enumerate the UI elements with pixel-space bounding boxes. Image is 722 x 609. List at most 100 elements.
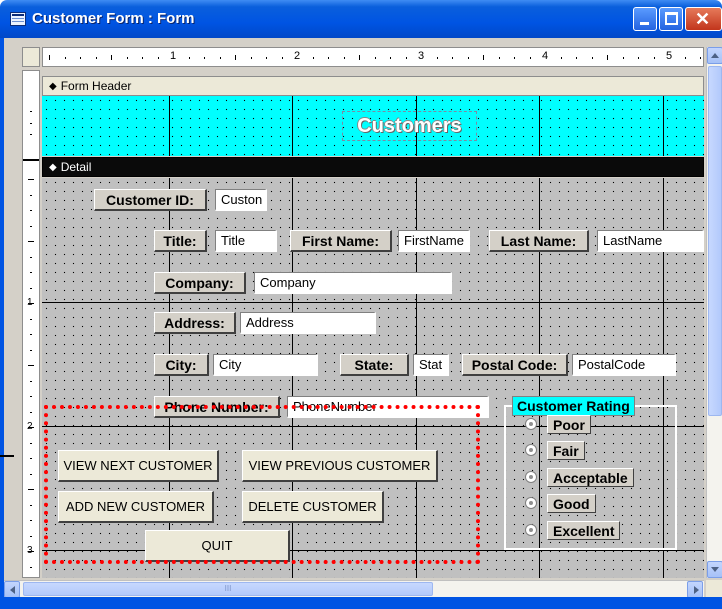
minimize-button[interactable] xyxy=(633,7,657,31)
header-title-label[interactable]: Customers xyxy=(342,111,477,141)
ruler-tick xyxy=(405,57,407,59)
scroll-down-arrow-icon[interactable] xyxy=(707,561,722,578)
ruler-tick xyxy=(607,55,608,60)
ruler-tick xyxy=(111,55,112,60)
ruler-tick xyxy=(28,241,34,242)
ruler-number: 3 xyxy=(418,50,425,62)
customer-id-label[interactable]: Customer ID: xyxy=(94,189,207,211)
form-header-section-bar[interactable]: ◆ Form Header xyxy=(42,76,704,96)
grid-line xyxy=(539,96,540,156)
rating-option-good[interactable]: Good xyxy=(547,494,596,513)
last-name-label[interactable]: Last Name: xyxy=(489,230,589,252)
section-marker-icon: ◆ xyxy=(49,161,57,173)
company-field[interactable]: Company xyxy=(254,272,452,294)
ruler-tick xyxy=(80,57,81,59)
rating-radio-acceptable[interactable] xyxy=(525,471,537,483)
vertical-scrollbar[interactable] xyxy=(706,47,722,578)
ruler-number: 1 xyxy=(170,50,177,62)
view-previous-customer-button[interactable]: VIEW PREVIOUS CUSTOMER xyxy=(242,450,438,482)
rating-radio-good[interactable] xyxy=(525,497,537,509)
ruler-number: 5 xyxy=(666,50,673,62)
quit-button[interactable]: QUIT xyxy=(145,530,290,562)
postal-code-field[interactable]: PostalCode xyxy=(572,354,676,376)
address-label[interactable]: Address: xyxy=(154,312,236,334)
title-field[interactable]: Title xyxy=(215,230,277,252)
scroll-up-arrow-icon[interactable] xyxy=(707,47,722,64)
customer-id-field[interactable]: Custon xyxy=(215,189,267,211)
ruler-number: 2 xyxy=(294,50,301,62)
pointer-line xyxy=(0,455,14,457)
title-label[interactable]: Title: xyxy=(154,230,207,252)
form-header-label: Form Header xyxy=(60,79,132,93)
maximize-icon xyxy=(665,12,678,25)
ruler-tick xyxy=(30,349,32,351)
detail-area[interactable]: Customer ID: Custon Title: Title First N… xyxy=(42,178,704,578)
maximize-button[interactable] xyxy=(659,7,683,31)
state-field[interactable]: Stat xyxy=(413,354,449,376)
rating-option-excellent[interactable]: Excellent xyxy=(547,521,621,540)
ruler-tick xyxy=(219,57,221,59)
vertical-ruler[interactable]: 1 2 3 xyxy=(22,70,40,578)
city-label[interactable]: City: xyxy=(154,354,209,376)
form-header-area[interactable]: Customers xyxy=(42,96,704,156)
ruler-number: 4 xyxy=(542,50,549,62)
ruler-tick xyxy=(30,272,32,273)
customer-rating-label[interactable]: Customer Rating xyxy=(512,396,635,416)
ruler-tick xyxy=(64,57,66,59)
detail-section-bar[interactable]: ◆ Detail xyxy=(42,157,704,177)
first-name-label[interactable]: First Name: xyxy=(290,230,392,252)
size-grip[interactable] xyxy=(706,580,722,597)
ruler-tick xyxy=(30,411,32,413)
ruler-tick xyxy=(436,57,438,59)
phone-number-field[interactable]: PhoneNumber xyxy=(287,396,489,418)
horizontal-ruler[interactable]: 1 2 3 4 5 xyxy=(42,47,704,67)
rating-option-poor[interactable]: Poor xyxy=(547,415,591,434)
title-bar[interactable]: Customer Form : Form ✕ xyxy=(0,0,722,38)
phone-number-label[interactable]: Phone Number: xyxy=(154,396,280,418)
view-next-customer-button[interactable]: VIEW NEXT CUSTOMER xyxy=(58,450,219,482)
header-title-text: Customers xyxy=(357,114,462,137)
ruler-number: 1 xyxy=(27,297,33,308)
ruler-tick xyxy=(157,57,159,59)
first-name-field[interactable]: FirstName xyxy=(398,230,470,252)
ruler-tick xyxy=(529,57,531,59)
scroll-left-arrow-icon[interactable] xyxy=(4,581,20,598)
ruler-tick xyxy=(622,57,624,59)
horizontal-scroll-thumb[interactable]: III xyxy=(23,582,433,596)
rating-radio-excellent[interactable] xyxy=(525,524,537,536)
company-label[interactable]: Company: xyxy=(154,272,246,294)
ruler-tick xyxy=(576,57,577,59)
grid-line xyxy=(663,96,664,156)
ruler-tick xyxy=(483,55,484,60)
ruler-tick xyxy=(30,566,32,568)
scroll-right-arrow-icon[interactable] xyxy=(687,581,703,598)
address-field[interactable]: Address xyxy=(240,312,376,334)
horizontal-scrollbar[interactable]: III xyxy=(4,580,704,598)
state-label[interactable]: State: xyxy=(340,354,409,376)
close-icon: ✕ xyxy=(695,9,711,29)
ruler-tick xyxy=(374,57,376,59)
grid-line xyxy=(292,96,293,156)
ruler-tick xyxy=(30,442,32,444)
last-name-field[interactable]: LastName xyxy=(597,230,704,252)
city-field[interactable]: City xyxy=(213,354,318,376)
ruler-tick xyxy=(343,57,345,59)
postal-code-label[interactable]: Postal Code: xyxy=(462,354,568,376)
add-new-customer-button[interactable]: ADD NEW CUSTOMER xyxy=(58,491,214,523)
rating-option-fair[interactable]: Fair xyxy=(547,441,585,460)
close-button[interactable]: ✕ xyxy=(685,7,722,31)
ruler-tick xyxy=(266,57,267,59)
minimize-icon xyxy=(640,22,649,25)
vertical-scroll-thumb[interactable] xyxy=(708,66,722,416)
ruler-tick xyxy=(142,57,143,59)
ruler-tick xyxy=(49,55,50,60)
form-selector[interactable] xyxy=(22,47,40,67)
ruler-tick xyxy=(30,318,32,320)
rating-option-acceptable[interactable]: Acceptable xyxy=(547,468,634,487)
rating-radio-fair[interactable] xyxy=(525,444,537,456)
rating-radio-poor[interactable] xyxy=(525,418,537,430)
ruler-tick xyxy=(30,380,32,382)
ruler-tick xyxy=(30,396,32,397)
delete-customer-button[interactable]: DELETE CUSTOMER xyxy=(242,491,384,523)
ruler-tick xyxy=(250,57,252,59)
